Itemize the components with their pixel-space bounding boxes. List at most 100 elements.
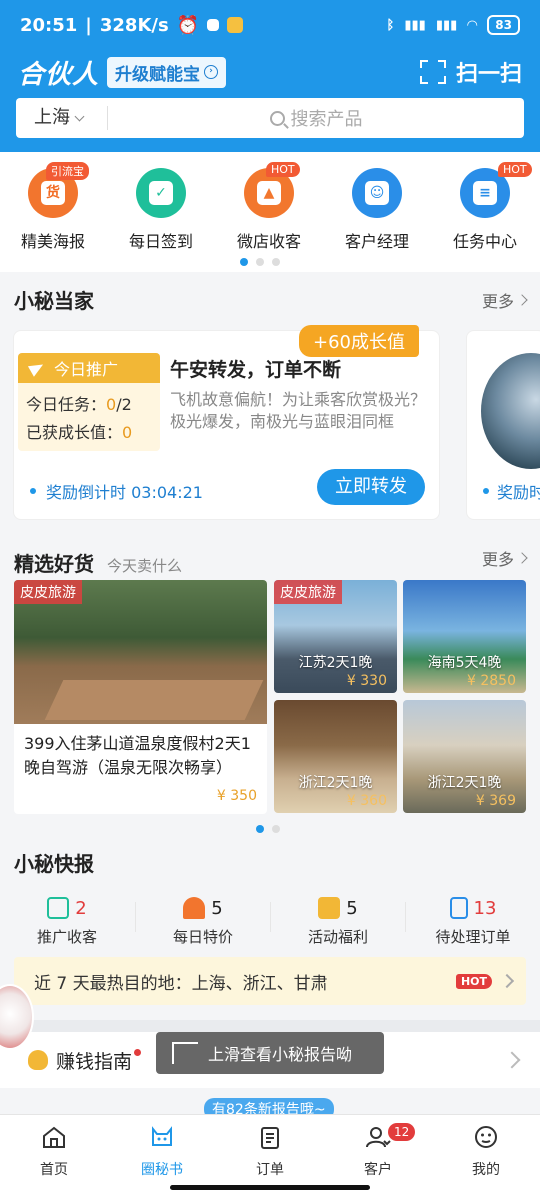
- status-speed: 328K/s: [99, 14, 169, 36]
- vendor-tag: 皮皮旅游: [14, 580, 82, 604]
- hot-badge: HOT: [498, 162, 532, 177]
- carousel-dots: [240, 258, 280, 266]
- chevron-right-icon: [516, 294, 528, 306]
- xiaomi-more-link[interactable]: 更多: [482, 288, 528, 312]
- product-name: 海南5天4晚: [427, 655, 502, 671]
- wifi-icon: ◠: [467, 17, 478, 33]
- quick-label: 精美海报: [20, 232, 85, 251]
- goods-section-title: 精选好货 今天卖什么: [14, 552, 182, 576]
- stat-pending-orders[interactable]: 13 待处理订单: [408, 896, 538, 947]
- quick-item-tasks[interactable]: ≡ HOT 任务中心: [440, 162, 532, 252]
- face-icon: [475, 1126, 497, 1148]
- search-placeholder: 搜索产品: [290, 109, 363, 130]
- notes-notification-icon: [227, 17, 244, 33]
- product-name: 浙江2天1晚: [427, 775, 502, 791]
- product-card[interactable]: 浙江2天1晚 ¥ 369: [403, 700, 526, 813]
- forward-now-button[interactable]: 立即转发: [317, 469, 425, 505]
- hot-destinations-text: 近 7 天最热目的地：上海、浙江、甘肃: [34, 973, 328, 994]
- report-section-title: 小秘快报: [14, 852, 94, 876]
- app-header: 20:51 | 328K/s ⏰ ᛒ ▮▮▮ ▮▮▮ ◠ 83 合伙人 升级赋能…: [0, 0, 540, 152]
- upgrade-label: 升级赋能宝: [115, 64, 201, 85]
- money-bag-icon: [28, 1050, 48, 1070]
- quick-item-shop[interactable]: ▲ HOT 微店收客: [224, 162, 314, 252]
- stat-daily-deals[interactable]: 5 每日特价: [138, 896, 268, 947]
- product-card[interactable]: 海南5天4晚 ¥ 2850: [403, 580, 526, 693]
- brand-row: 合伙人 升级赋能宝 › 扫一扫: [0, 50, 540, 94]
- chart-icon: [47, 897, 70, 919]
- vendor-tag: 皮皮旅游: [274, 580, 342, 604]
- gift-icon: [318, 897, 341, 919]
- stat-activity-benefits[interactable]: 5 活动福利: [273, 896, 403, 947]
- tab-orders[interactable]: 订单: [230, 1123, 310, 1179]
- hot-badge: HOT: [266, 162, 300, 177]
- today-promo-box: 今日推广 今日任务：0/2 已获成长值：0: [18, 353, 160, 451]
- product-card[interactable]: 皮皮旅游 江苏2天1晚 ¥ 330: [274, 580, 397, 693]
- city-selector[interactable]: 上海: [16, 106, 108, 130]
- section-divider: [0, 1020, 540, 1032]
- tab-profile[interactable]: 我的: [446, 1123, 526, 1179]
- product-price: ¥ 360: [346, 793, 387, 809]
- reward-countdown-next: 奖励时: [483, 479, 540, 503]
- user-heart-icon: [366, 1127, 391, 1148]
- chevron-right-icon: [499, 973, 515, 989]
- goods-subtitle: 今天卖什么: [106, 557, 182, 575]
- tab-secretary[interactable]: 圈秘书: [122, 1123, 202, 1179]
- quick-label: 客户经理: [344, 232, 409, 251]
- product-price: ¥ 350: [216, 788, 257, 804]
- chevron-right-icon: [516, 552, 528, 564]
- earned-growth: 已获成长值：0: [26, 423, 133, 442]
- headset-icon: ☺: [352, 168, 402, 218]
- search-input[interactable]: 搜索产品: [108, 105, 524, 131]
- hot-destinations-banner[interactable]: 近 7 天最热目的地：上海、浙江、甘肃 HOT: [14, 957, 526, 1005]
- signal-icon: ▮▮▮: [404, 17, 426, 33]
- customers-badge: 12: [388, 1123, 416, 1141]
- promo-card[interactable]: +60成长值 今日推广 今日任务：0/2 已获成长值：0 午安转发，订单不断 飞…: [13, 325, 440, 520]
- alarm-icon: ⏰: [176, 14, 200, 36]
- upgrade-button[interactable]: 升级赋能宝 ›: [107, 56, 227, 88]
- quick-actions: 货 引流宝 精美海报 ✓ 每日签到 ▲ HOT 微店收客 ☺ 客户经理 ≡ HO…: [0, 152, 540, 272]
- home-icon: [43, 1126, 65, 1148]
- growth-badge: +60成长值: [299, 325, 419, 357]
- money-guide-label: 赚钱指南: [56, 1050, 133, 1073]
- quick-label: 每日签到: [128, 232, 193, 251]
- task-progress: 今日任务：0/2: [26, 395, 132, 414]
- tab-home[interactable]: 首页: [14, 1123, 94, 1179]
- signal-icon-2: ▮▮▮: [435, 17, 458, 33]
- quick-item-manager[interactable]: ☺ 客户经理: [332, 168, 422, 252]
- status-bar: 20:51 | 328K/s ⏰ ᛒ ▮▮▮ ▮▮▮ ◠ 83: [0, 0, 540, 50]
- product-name: 399入住茅山道温泉度假村2天1晚自驾游（温泉无限次畅享）: [24, 734, 251, 777]
- cat-icon: [152, 1126, 172, 1146]
- status-time: 20:51: [20, 14, 78, 36]
- stat-promotion[interactable]: 2 推广收客: [2, 896, 132, 947]
- app-logo: 合伙人: [18, 59, 100, 90]
- next-promo-card[interactable]: 奖励时: [466, 330, 540, 520]
- search-icon: [269, 110, 285, 126]
- product-price: ¥ 330: [346, 673, 387, 689]
- card-title: 午安转发，订单不断: [170, 359, 342, 381]
- featured-product[interactable]: 皮皮旅游 399入住茅山道温泉度假村2天1晚自驾游（温泉无限次畅享） ¥ 350: [14, 580, 267, 814]
- swipe-up-icon: [172, 1042, 198, 1064]
- quick-label: 微店收客: [236, 232, 301, 251]
- quick-item-poster[interactable]: 货 引流宝 精美海报: [8, 162, 98, 252]
- bluetooth-icon: ᛒ: [386, 17, 395, 33]
- scan-icon: [419, 60, 446, 84]
- chevron-right-icon: [503, 1051, 521, 1069]
- promo-title: 今日推广: [54, 360, 119, 379]
- hot-badge: HOT: [455, 973, 492, 989]
- reward-countdown: 奖励倒计时 03:04:21: [30, 479, 203, 503]
- promo-image: [481, 353, 540, 469]
- scan-button[interactable]: 扫一扫: [419, 56, 522, 88]
- app-notification-icon: [207, 19, 220, 31]
- clipboard-icon: [261, 1127, 279, 1149]
- product-price: ¥ 2850: [467, 673, 516, 689]
- city-label: 上海: [34, 107, 70, 128]
- palm-tree-icon: [183, 897, 206, 919]
- quick-item-checkin[interactable]: ✓ 每日签到: [116, 168, 206, 252]
- product-name: 江苏2天1晚: [298, 655, 373, 671]
- goods-more-link[interactable]: 更多: [482, 546, 528, 570]
- unread-dot: [134, 1048, 142, 1056]
- chevron-down-icon: [74, 111, 85, 121]
- chevron-right-icon: ›: [204, 65, 219, 79]
- product-card[interactable]: 浙江2天1晚 ¥ 360: [274, 700, 397, 813]
- quick-label: 任务中心: [452, 232, 517, 251]
